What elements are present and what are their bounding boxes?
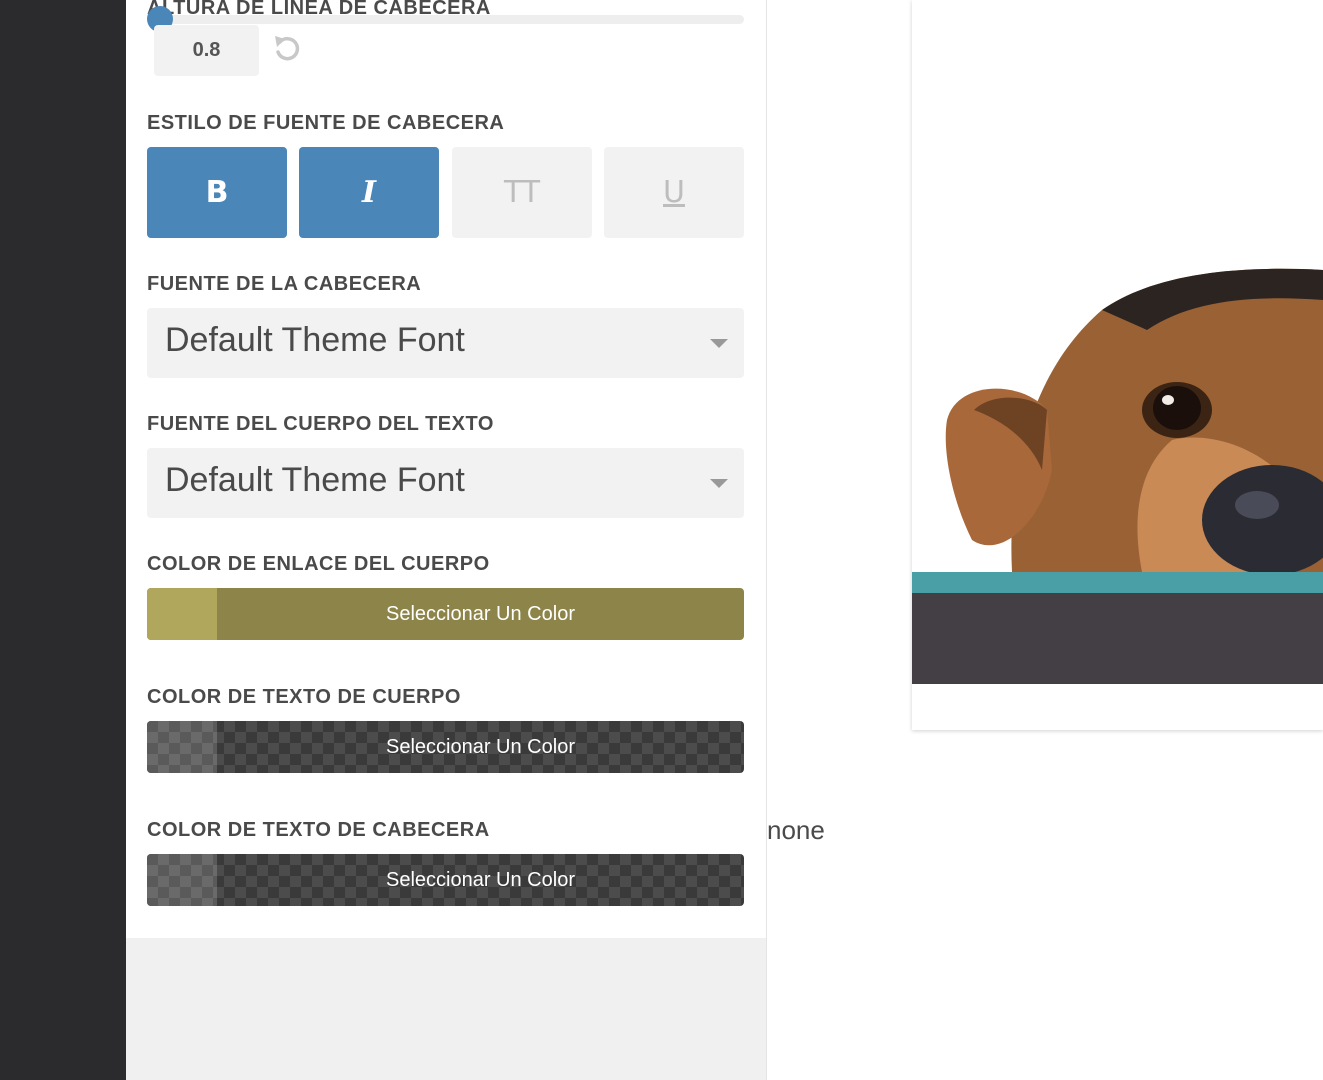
body-text-color-button-label: Seleccionar Un Color: [386, 735, 575, 758]
body-font-value: Default Theme Font: [165, 461, 465, 499]
dog-photo: [912, 0, 1323, 572]
undo-icon[interactable]: [272, 33, 302, 63]
preview-none-text: none: [767, 815, 825, 845]
body-link-color-label: COLOR DE ENLACE DEL CUERPO: [147, 553, 490, 575]
transparent-swatch: [147, 854, 217, 906]
body-font-select[interactable]: Default Theme Font: [147, 448, 744, 518]
bold-button[interactable]: B: [147, 147, 287, 238]
settings-panel-footer: [126, 938, 766, 1080]
header-text-color-label: COLOR DE TEXTO DE CABECERA: [147, 819, 490, 841]
body-text-color-button[interactable]: Seleccionar Un Color: [147, 721, 744, 773]
body-font-label: FUENTE DEL CUERPO DEL TEXTO: [147, 413, 494, 435]
italic-button[interactable]: I: [299, 147, 439, 238]
header-font-value: Default Theme Font: [165, 321, 465, 359]
preview-accent-bar: [912, 572, 1323, 593]
body-link-color-button-label: Seleccionar Un Color: [386, 602, 575, 625]
transparent-swatch: [147, 721, 217, 773]
uppercase-button[interactable]: TT: [452, 147, 592, 238]
body-text-color-label: COLOR DE TEXTO DE CUERPO: [147, 686, 461, 708]
underline-button[interactable]: U: [604, 147, 744, 238]
header-font-label: FUENTE DE LA CABECERA: [147, 273, 422, 295]
body-link-color-button[interactable]: Seleccionar Un Color: [147, 588, 744, 640]
line-height-value[interactable]: 0.8: [154, 25, 259, 76]
header-text-color-button-label: Seleccionar Un Color: [386, 868, 575, 891]
preview-card: [912, 0, 1323, 730]
editor-left-rail: [0, 0, 126, 1080]
line-height-slider-track[interactable]: [147, 15, 744, 24]
chevron-down-icon: [710, 339, 728, 348]
panel-divider: [766, 0, 767, 1080]
preview-footer-bar: [912, 593, 1323, 684]
color-swatch: [147, 588, 217, 640]
header-font-style-label: ESTILO DE FUENTE DE CABECERA: [147, 112, 505, 134]
header-text-color-button[interactable]: Seleccionar Un Color: [147, 854, 744, 906]
chevron-down-icon: [710, 479, 728, 488]
header-font-select[interactable]: Default Theme Font: [147, 308, 744, 378]
